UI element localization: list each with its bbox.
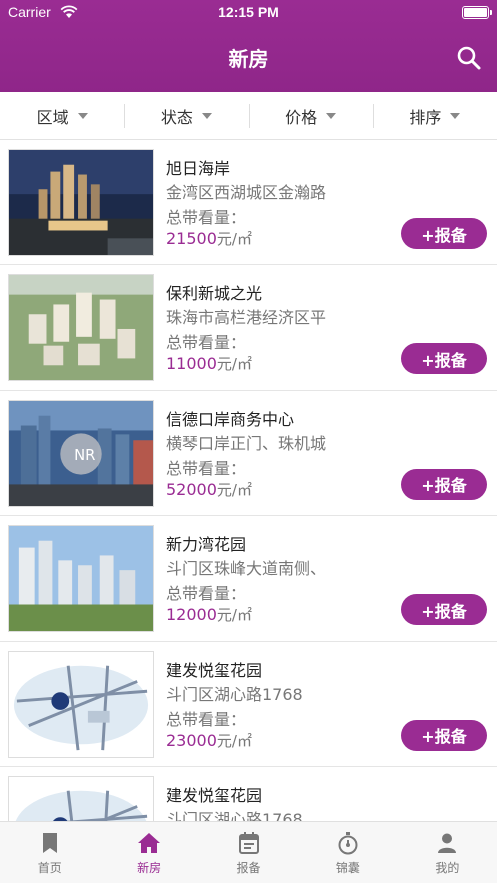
listing-photo: NR	[8, 399, 154, 507]
price-value: 52000	[166, 479, 217, 499]
report-button[interactable]: +报备	[401, 468, 487, 500]
listing-views: 总带看量：	[166, 333, 247, 353]
price-value: 11000	[166, 354, 217, 374]
tab-label: 新房	[137, 861, 162, 875]
price-value: 23000	[166, 730, 217, 750]
stopwatch-icon	[338, 832, 358, 855]
tab-label: 报备	[236, 861, 261, 875]
calendar-icon	[238, 832, 259, 854]
listing-name: 旭日海岸	[166, 159, 231, 178]
status-bar: Carrier 12:15 PM	[0, 0, 497, 26]
person-icon	[438, 833, 457, 853]
page-title: 新房	[228, 47, 269, 71]
tab-home[interactable]: 首页	[0, 822, 99, 883]
svg-text:NR: NR	[74, 447, 95, 464]
report-button[interactable]: +报备	[401, 594, 487, 626]
listing-views: 总带看量：	[166, 208, 247, 227]
filter-region[interactable]: 区域	[0, 92, 124, 139]
listing-price: 23000元/㎡	[166, 730, 252, 751]
tab-mine[interactable]: 我的	[398, 822, 497, 883]
listing-name: 建发悦玺花园	[166, 660, 263, 680]
listing-address: 斗门区珠峰大道南侧、	[166, 559, 327, 579]
battery-icon	[462, 6, 492, 19]
listing-price: 52000元/㎡	[166, 479, 252, 500]
filter-label: 排序	[409, 107, 442, 127]
caret-down-icon	[201, 112, 212, 119]
listing-address: 横琴口岸正门、珠机城	[166, 433, 327, 453]
listing-photo	[8, 650, 154, 758]
listing-views: 总带看量：	[166, 584, 247, 604]
listing-name: 建发悦玺花园	[166, 785, 263, 805]
caret-down-icon	[326, 112, 337, 119]
tab-label: 锦囊	[335, 861, 360, 875]
listing-name: 信德口岸商务中心	[166, 409, 295, 429]
listing-photo	[8, 525, 154, 633]
filter-label: 价格	[285, 107, 318, 127]
tab-label: 首页	[37, 861, 62, 875]
listing-item[interactable]: 保利新城之光 珠海市高栏港经济区平 总带看量： 11000元/㎡ +报备	[0, 265, 497, 391]
listing-price: 12000元/㎡	[166, 604, 252, 625]
listing-item[interactable]: 建发悦玺花园 斗门区湖心路1768 总带看量： 23000元/㎡ +报备	[0, 641, 497, 767]
tab-report[interactable]: 报备	[199, 822, 298, 883]
filter-label: 区域	[36, 107, 69, 127]
tab-label: 我的	[435, 861, 460, 875]
price-value: 12000	[166, 605, 217, 625]
price-unit: 元/㎡	[216, 606, 252, 625]
filter-status[interactable]: 状态	[124, 92, 248, 139]
filter-label: 状态	[160, 107, 193, 127]
price-unit: 元/㎡	[216, 230, 252, 248]
report-button[interactable]: +报备	[401, 719, 487, 751]
price-unit: 元/㎡	[216, 480, 252, 499]
caret-down-icon	[77, 112, 88, 119]
listing-photo	[8, 149, 154, 256]
price-unit: 元/㎡	[216, 731, 252, 750]
listing-item[interactable]: 建发悦玺花园 斗门区湖心路1768	[0, 766, 497, 821]
filter-sort[interactable]: 排序	[372, 92, 497, 139]
tab-tips[interactable]: 锦囊	[298, 822, 397, 883]
listing-name: 新力湾花园	[166, 535, 247, 555]
home-icon	[138, 833, 161, 853]
filter-price[interactable]: 价格	[248, 92, 373, 139]
listing-photo	[8, 775, 154, 821]
listing-views: 总带看量：	[166, 709, 247, 729]
listing-photo	[8, 274, 154, 382]
listing-price: 21500元/㎡	[166, 228, 252, 249]
tab-new-homes[interactable]: 新房	[99, 822, 198, 883]
listing-address: 珠海市高栏港经济区平	[166, 308, 327, 328]
caret-down-icon	[450, 112, 461, 119]
bookmark-icon	[42, 833, 57, 853]
listing-address: 斗门区湖心路1768	[166, 809, 303, 821]
filter-bar: 区域 状态 价格 排序	[0, 92, 497, 140]
listing-price: 11000元/㎡	[166, 353, 252, 374]
price-unit: 元/㎡	[216, 355, 252, 374]
report-button[interactable]: +报备	[401, 343, 487, 375]
listing-item[interactable]: NR 信德口岸商务中心 横琴口岸正门、珠机城 总带看量： 52000元/㎡ +报…	[0, 390, 497, 517]
tab-bar: 首页 新房 报备 锦囊 我的	[0, 821, 497, 883]
search-icon[interactable]	[455, 44, 483, 72]
listing-views: 总带看量：	[166, 458, 247, 478]
listing-address: 金湾区西湖城区金瀚路	[166, 183, 327, 202]
listing-list[interactable]: 旭日海岸 金湾区西湖城区金瀚路 总带看量： 21500元/㎡ +报备 保利新城之…	[0, 140, 497, 821]
clock: 12:15 PM	[218, 4, 279, 20]
listing-item[interactable]: 旭日海岸 金湾区西湖城区金瀚路 总带看量： 21500元/㎡ +报备	[0, 140, 497, 266]
price-value: 21500	[166, 229, 217, 248]
listing-address: 斗门区湖心路1768	[166, 684, 303, 704]
listing-name: 保利新城之光	[166, 284, 263, 304]
app-header: Carrier 12:15 PM 新房	[0, 0, 497, 92]
listing-item[interactable]: 新力湾花园 斗门区珠峰大道南侧、 总带看量： 12000元/㎡ +报备	[0, 516, 497, 642]
report-button[interactable]: +报备	[401, 218, 487, 249]
